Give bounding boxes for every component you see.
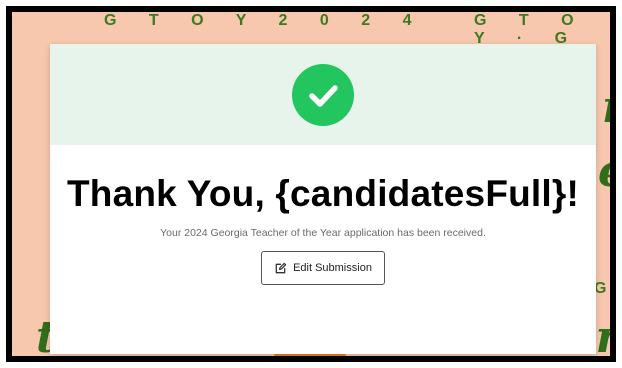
background-script: e — [598, 146, 610, 197]
background-lettering: G T O Y · G — [474, 12, 588, 47]
checkmark-icon — [309, 84, 338, 107]
card-header — [50, 44, 596, 145]
confirmation-card: Thank You, {candidatesFull}! Your 2024 G… — [50, 44, 596, 354]
edit-square-icon — [275, 262, 287, 273]
background-script: r — [602, 82, 610, 133]
edit-submission-label: Edit Submission — [293, 262, 372, 274]
background-lettering: G T O Y 2 0 2 4 — [104, 12, 426, 29]
screenshot-frame: G T O Y 2 0 2 4 G T O Y · G G r e teache… — [6, 6, 616, 362]
page-title: Thank You, {candidatesFull}! — [66, 173, 580, 214]
edit-submission-button[interactable]: Edit Submission — [261, 251, 385, 285]
check-circle-icon — [292, 63, 354, 126]
card-body: Thank You, {candidatesFull}! Your 2024 G… — [50, 173, 596, 285]
confirmation-message: Your 2024 Georgia Teacher of the Year ap… — [160, 227, 486, 239]
background-lettering: G — [594, 280, 610, 298]
